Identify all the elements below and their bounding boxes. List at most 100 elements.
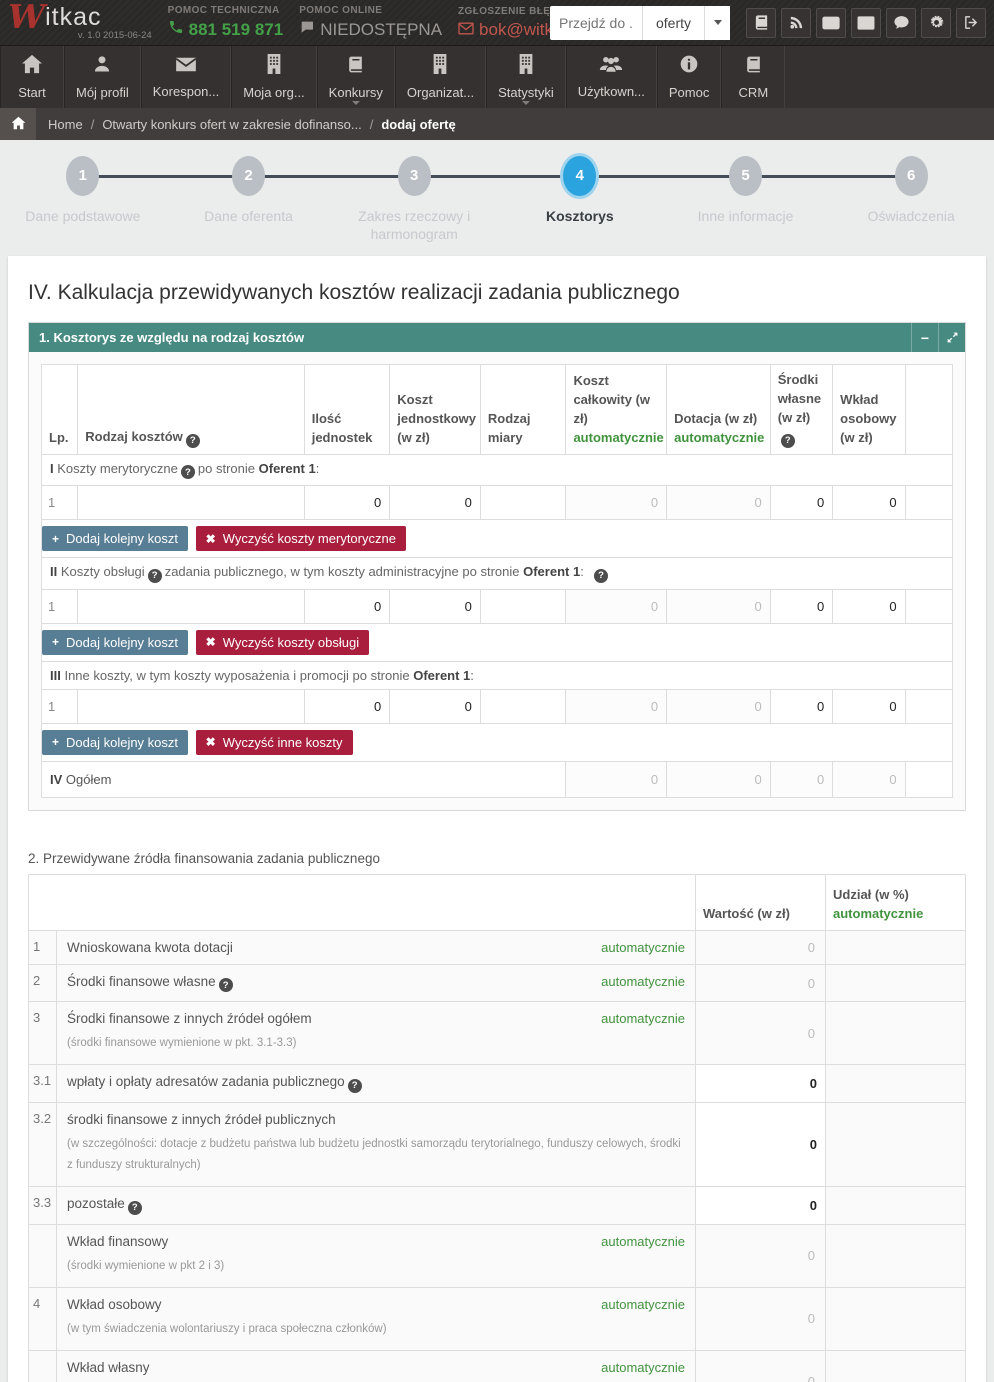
logo-text: itkac	[45, 5, 101, 30]
quick-search: oferty	[550, 6, 730, 40]
personal-input-input[interactable]	[833, 690, 904, 722]
row-number: 1	[42, 486, 78, 520]
funding-value-input[interactable]	[696, 1128, 825, 1160]
funding-share	[826, 1287, 966, 1350]
search-scope-button[interactable]: oferty	[642, 6, 704, 40]
auto-label: automatycznie	[601, 1234, 685, 1249]
logo-w: W	[8, 4, 45, 30]
step-2-circle[interactable]: 2	[232, 156, 265, 196]
help-icon[interactable]: ?	[186, 434, 200, 448]
search-scope-caret-button[interactable]	[704, 6, 730, 40]
add-cost-button[interactable]: +Dodaj kolejny koszt	[42, 630, 188, 655]
help-icon[interactable]: ?	[781, 434, 795, 448]
cost-name-input[interactable]	[78, 487, 303, 519]
envelope-icon[interactable]	[851, 8, 881, 38]
nav-item-korespondencja[interactable]: Korespon...	[141, 46, 232, 108]
help-icon[interactable]: ?	[148, 569, 162, 583]
breadcrumb-home-button[interactable]	[0, 108, 36, 140]
step-4-label: Kosztorys	[521, 207, 639, 225]
bug-report-label: ZGŁOSZENIE BŁĘDU	[458, 6, 550, 17]
logout-icon[interactable]	[956, 8, 986, 38]
step-5-circle[interactable]: 5	[729, 156, 762, 196]
unit-cost-input[interactable]	[390, 487, 480, 519]
funding-row-2: 2 Środki finansowe własne?automatycznie …	[29, 964, 966, 1002]
main-content: IV. Kalkulacja przewidywanych kosztów re…	[8, 256, 986, 1382]
quantity-input[interactable]	[305, 590, 390, 622]
cost-name-input[interactable]	[78, 690, 303, 722]
total-cost-value: 0	[566, 486, 667, 520]
expand-icon[interactable]	[938, 323, 965, 352]
own-funds-input[interactable]	[771, 487, 832, 519]
help-icon[interactable]: ?	[348, 1079, 362, 1093]
bug-report-email[interactable]: bok@witka	[458, 20, 550, 40]
quantity-input[interactable]	[305, 690, 390, 722]
rss-icon[interactable]	[781, 8, 811, 38]
help-icon[interactable]: ?	[594, 569, 608, 583]
personal-input-input[interactable]	[833, 487, 904, 519]
tech-support-phone: 881 519 871	[168, 19, 284, 40]
funding-row-3-3: 3.3 pozostałe?	[29, 1187, 966, 1225]
online-support-status: NIEDOSTĘPNA	[299, 19, 442, 40]
col-header-wartosc: Wartość (w zł)	[696, 874, 826, 930]
total-cost-value: 0	[566, 689, 667, 723]
col-header-ilosc-jednostek: Ilość jednostek	[304, 365, 390, 454]
section-actions: +Dodaj kolejny koszt ✖Wyczyść koszty mer…	[42, 520, 953, 558]
auto-label: automatycznie	[601, 1297, 685, 1312]
col-header-actions	[905, 365, 952, 454]
book-icon[interactable]	[746, 8, 776, 38]
breadcrumb-item-konkurs[interactable]: Otwarty konkurs ofert w zakresie dofinan…	[102, 117, 361, 132]
top-bar: Witkac v. 1.0 2015-06-24 POMOC TECHNICZN…	[0, 0, 994, 45]
section-actions: +Dodaj kolejny koszt ✖Wyczyść inne koszt…	[42, 723, 953, 761]
measure-input[interactable]	[481, 487, 566, 519]
nav-item-moj-profil[interactable]: Mój profil	[64, 46, 141, 108]
quantity-input[interactable]	[305, 487, 390, 519]
own-funds-input[interactable]	[771, 690, 832, 722]
personal-input-input[interactable]	[833, 590, 904, 622]
unit-cost-input[interactable]	[390, 690, 480, 722]
funding-row-1: 1 Wnioskowana kwota dotacjiautomatycznie…	[29, 930, 966, 964]
cost-name-input[interactable]	[78, 590, 303, 622]
nav-item-organizatorzy[interactable]: Organizat...	[395, 46, 486, 108]
step-3-label: Zakres rzeczowy i harmonogram	[355, 207, 473, 243]
funding-value-input[interactable]	[696, 1190, 825, 1222]
breadcrumb-item-home[interactable]: Home	[48, 117, 83, 132]
collapse-icon[interactable]: −	[911, 323, 938, 352]
own-funds-input[interactable]	[771, 590, 832, 622]
gear-icon[interactable]	[921, 8, 951, 38]
nav-item-pomoc[interactable]: Pomoc	[657, 46, 721, 108]
funding-value-input[interactable]	[696, 1067, 825, 1099]
measure-input[interactable]	[481, 590, 566, 622]
nav-item-crm[interactable]: CRM	[721, 46, 785, 108]
step-1-circle[interactable]: 1	[66, 156, 99, 196]
add-cost-button[interactable]: +Dodaj kolejny koszt	[42, 730, 188, 755]
step-3-circle[interactable]: 3	[398, 156, 431, 196]
cost-row: 1 0 0	[42, 486, 953, 520]
plus-icon: +	[52, 532, 59, 546]
online-support-label: POMOC ONLINE	[299, 5, 442, 16]
help-icon[interactable]: ?	[181, 465, 195, 479]
step-6-circle[interactable]: 6	[895, 156, 928, 196]
nav-item-moja-organizacja[interactable]: Moja org...	[231, 46, 316, 108]
app-logo[interactable]: Witkac v. 1.0 2015-06-24	[8, 4, 152, 41]
clear-costs-button[interactable]: ✖Wyczyść koszty obsługi	[196, 630, 369, 655]
search-input[interactable]	[550, 6, 642, 40]
section-actions: +Dodaj kolejny koszt ✖Wyczyść koszty obs…	[42, 623, 953, 661]
unit-cost-input[interactable]	[390, 590, 480, 622]
section-header-koszty-merytoryczne: I Koszty merytoryczne?po stronie Oferent…	[42, 454, 953, 486]
add-cost-button[interactable]: +Dodaj kolejny koszt	[42, 526, 188, 551]
nav-item-konkursy[interactable]: Konkursy	[317, 46, 395, 108]
help-icon[interactable]: ?	[219, 978, 233, 992]
nav-item-start[interactable]: Start	[0, 46, 64, 108]
step-4-circle[interactable]: 4	[563, 156, 596, 196]
funding-value: 0	[696, 1350, 826, 1382]
clear-costs-button[interactable]: ✖Wyczyść koszty merytoryczne	[196, 526, 406, 551]
comment-icon[interactable]	[886, 8, 916, 38]
help-icon[interactable]: ?	[128, 1201, 142, 1215]
clear-costs-button[interactable]: ✖Wyczyść inne koszty	[196, 730, 353, 755]
nav-item-uzytkownicy[interactable]: Użytkown...	[566, 46, 657, 108]
step-2-label: Dane oferenta	[190, 207, 308, 225]
breadcrumb-separator: /	[370, 117, 374, 132]
banknote-icon[interactable]	[816, 8, 846, 38]
measure-input[interactable]	[481, 690, 566, 722]
nav-item-statystyki[interactable]: Statystyki	[486, 46, 566, 108]
